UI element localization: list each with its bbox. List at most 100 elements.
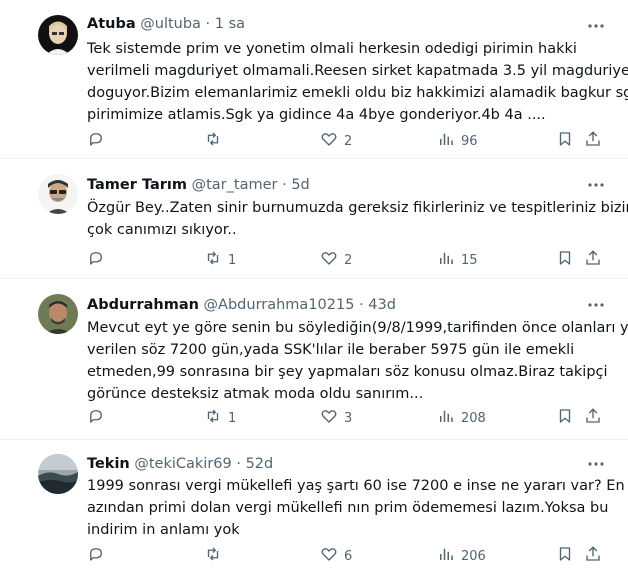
tweet-text-line: verilen söz 7200 gün,yada SSK'lılar ile … (87, 342, 575, 358)
views-button[interactable]: 96 (437, 131, 478, 151)
avatar[interactable] (38, 454, 78, 494)
retweet-count: 1 (228, 252, 237, 268)
tweet-text-line: indirim in anlamı yok (87, 522, 240, 538)
like-icon (320, 249, 338, 271)
tweet-text-line: görünce desteksiz atmak moda oldu sanırı… (87, 386, 424, 402)
tweet-text: Mevcut eyt ye göre senin bu söylediğin(9… (87, 317, 628, 405)
avatar[interactable] (38, 174, 78, 214)
share-icon (584, 545, 602, 567)
like-button[interactable]: 2 (320, 131, 352, 151)
tweet-text-line: etmeden,99 sonrasına bir şey yapmaları s… (87, 364, 608, 380)
views-icon (437, 249, 455, 271)
tweet[interactable]: Tekin @tekiCakir69 · 52d 1999 sonrası ve… (0, 440, 628, 570)
tweet-header: Tamer Tarım @tar_tamer · 5d (87, 177, 310, 193)
bookmark-button[interactable] (556, 408, 574, 428)
more-icon[interactable] (586, 175, 606, 195)
display-name[interactable]: Abdurrahman (87, 297, 199, 313)
avatar[interactable] (38, 294, 78, 334)
timestamp[interactable]: 5d (291, 177, 309, 193)
reply-icon (87, 130, 105, 152)
tweet-header: Atuba @ultuba · 1 sa (87, 16, 245, 32)
share-button[interactable] (584, 408, 602, 428)
timestamp[interactable]: 43d (368, 297, 396, 313)
tweet-actions: 1 3 208 (87, 408, 607, 428)
reply-button[interactable] (87, 546, 111, 566)
reply-icon (87, 407, 105, 429)
share-icon (584, 249, 602, 271)
views-icon (437, 545, 455, 567)
views-button[interactable]: 15 (437, 250, 478, 270)
timestamp[interactable]: 1 sa (215, 16, 245, 32)
reply-icon (87, 249, 105, 271)
like-button[interactable]: 6 (320, 546, 352, 566)
user-handle[interactable]: @ultuba (140, 16, 201, 32)
retweet-icon (204, 130, 222, 152)
like-button[interactable]: 3 (320, 408, 352, 428)
tweet-text-line: çok canımızı sıkıyor.. (87, 222, 237, 238)
reply-icon (87, 545, 105, 567)
avatar[interactable] (38, 15, 78, 55)
tweet-text-line: Mevcut eyt ye göre senin bu söylediğin(9… (87, 320, 628, 336)
reply-button[interactable] (87, 250, 111, 270)
share-icon (584, 407, 602, 429)
reply-button[interactable] (87, 131, 111, 151)
reply-button[interactable] (87, 408, 111, 428)
display-name[interactable]: Tekin (87, 456, 130, 472)
tweet-actions: 2 96 (87, 131, 607, 151)
views-count: 206 (461, 548, 486, 564)
tweet[interactable]: Tamer Tarım @tar_tamer · 5d Özgür Bey..Z… (0, 159, 628, 279)
display-name[interactable]: Tamer Tarım (87, 177, 187, 193)
timestamp[interactable]: 52d (246, 456, 274, 472)
retweet-button[interactable] (204, 131, 228, 151)
tweet-actions: 6 206 (87, 546, 607, 566)
retweet-button[interactable]: 1 (204, 408, 236, 428)
bookmark-icon (556, 545, 574, 567)
tweet-text: 1999 sonrası vergi mükellefi yaş şartı 6… (87, 475, 625, 541)
tweet-text-line: Tek sistemde prim ve yonetim olmali herk… (87, 41, 577, 57)
like-icon (320, 545, 338, 567)
separator: · (236, 456, 241, 472)
views-button[interactable]: 208 (437, 408, 486, 428)
bookmark-icon (556, 130, 574, 152)
retweet-icon (204, 249, 222, 271)
share-button[interactable] (584, 131, 602, 151)
more-icon[interactable] (586, 454, 606, 474)
tweet[interactable]: Abdurrahman @Abdurrahma10215 · 43d Mevcu… (0, 279, 628, 440)
user-handle[interactable]: @Abdurrahma10215 (204, 297, 355, 313)
separator: · (359, 297, 364, 313)
user-handle[interactable]: @tekiCakir69 (134, 456, 231, 472)
views-button[interactable]: 206 (437, 546, 486, 566)
retweet-icon (204, 407, 222, 429)
like-count: 2 (344, 133, 353, 149)
tweet[interactable]: Atuba @ultuba · 1 sa Tek sistemde prim v… (0, 0, 628, 159)
separator: · (282, 177, 287, 193)
bookmark-button[interactable] (556, 546, 574, 566)
share-button[interactable] (584, 250, 602, 270)
tweet-text-line: pirimimize atlamis.Sgk ya gidince 4a 4by… (87, 107, 546, 123)
tweet-text-line: 1999 sonrası vergi mükellefi yaş şartı 6… (87, 478, 625, 494)
views-count: 96 (461, 133, 478, 149)
more-icon[interactable] (586, 295, 606, 315)
bookmark-button[interactable] (556, 250, 574, 270)
like-count: 3 (344, 410, 353, 426)
share-button[interactable] (584, 546, 602, 566)
views-icon (437, 130, 455, 152)
bookmark-button[interactable] (556, 131, 574, 151)
like-count: 2 (344, 252, 353, 268)
more-icon[interactable] (586, 16, 606, 36)
tweet-text-line: Özgür Bey..Zaten sinir burnumuzda gereks… (87, 200, 628, 216)
retweet-count: 1 (228, 410, 237, 426)
display-name[interactable]: Atuba (87, 16, 136, 32)
bookmark-icon (556, 407, 574, 429)
views-icon (437, 407, 455, 429)
like-count: 6 (344, 548, 353, 564)
retweet-button[interactable] (204, 546, 228, 566)
like-icon (320, 130, 338, 152)
tweet-header: Abdurrahman @Abdurrahma10215 · 43d (87, 297, 396, 313)
tweet-text-line: doguyor.Bizim elemanlarimiz emekli oldu … (87, 85, 628, 101)
retweet-button[interactable]: 1 (204, 250, 236, 270)
like-button[interactable]: 2 (320, 250, 352, 270)
user-handle[interactable]: @tar_tamer (192, 177, 278, 193)
tweet-text-line: azından primi dolan vergi mükellefi nın … (87, 500, 609, 516)
views-count: 15 (461, 252, 478, 268)
